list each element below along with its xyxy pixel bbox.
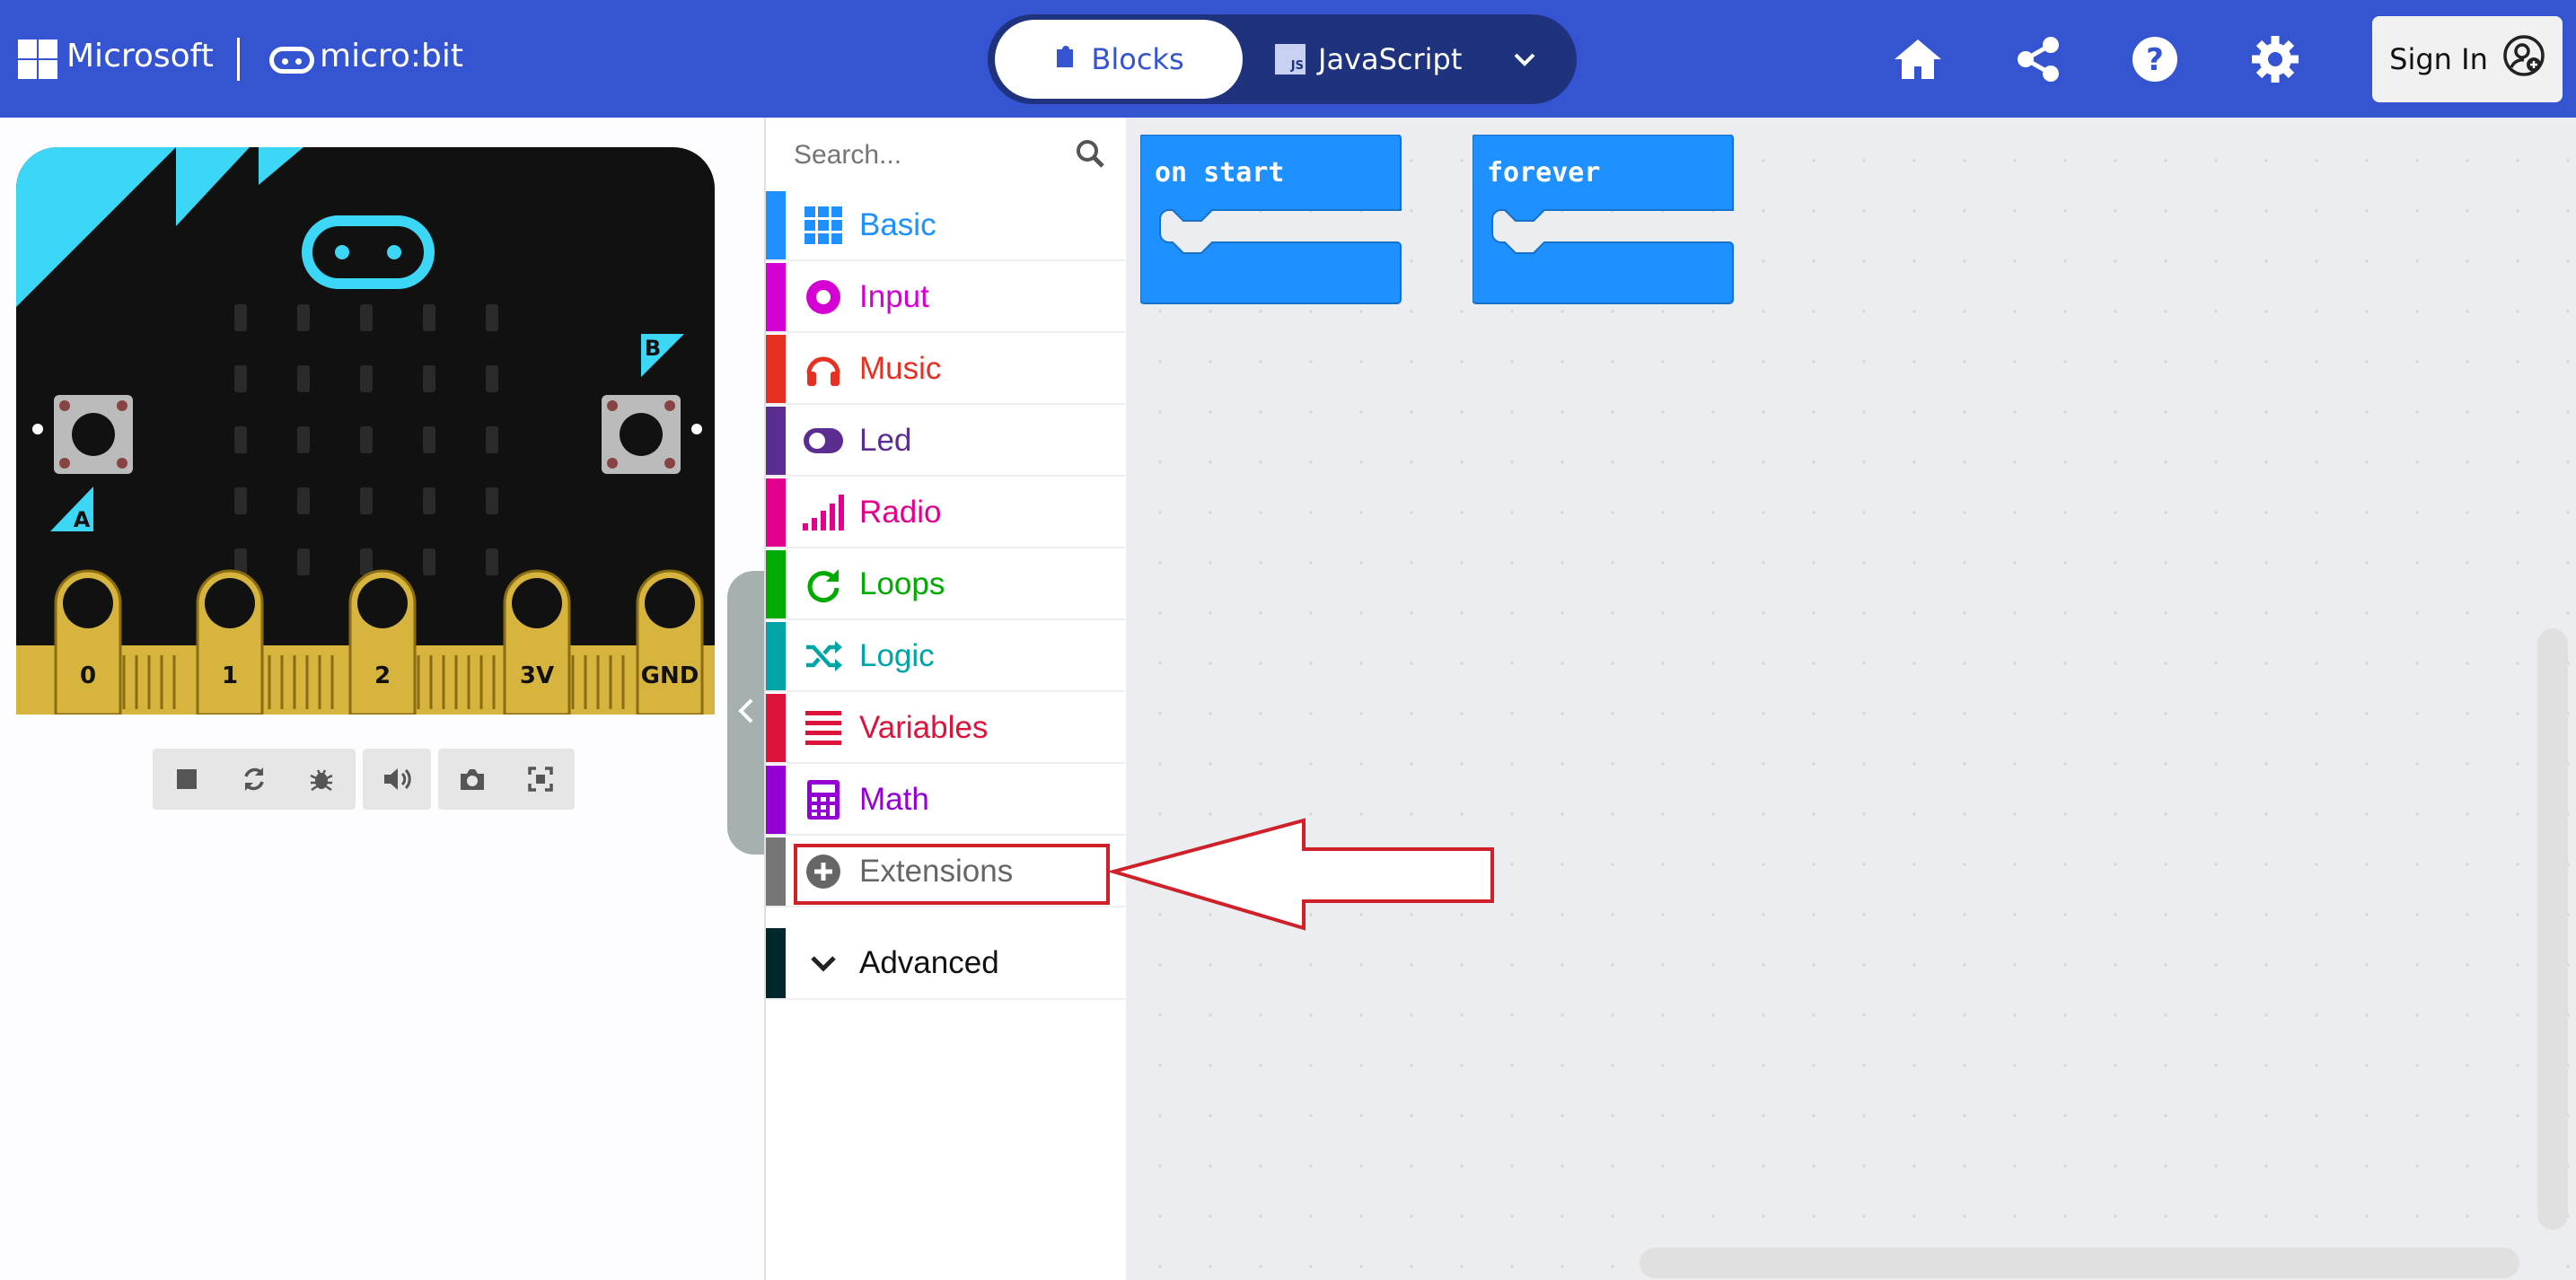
loop-arrow-icon <box>802 563 845 606</box>
user-icon <box>2502 34 2545 84</box>
microbit-logo-icon <box>269 47 314 74</box>
category-color-bar <box>766 335 786 403</box>
home-icon[interactable] <box>1891 32 1945 86</box>
pin-2-label: 2 <box>374 662 391 689</box>
calculator-icon <box>802 778 845 821</box>
simulator-controls <box>153 749 356 810</box>
category-logic[interactable]: Logic <box>766 622 1125 692</box>
sign-in-button[interactable]: Sign In <box>2372 16 2563 102</box>
blocks-tab[interactable]: Blocks <box>995 20 1243 99</box>
fullscreen-icon[interactable] <box>524 763 557 795</box>
category-color-bar <box>766 407 786 475</box>
category-label: Loops <box>859 566 945 601</box>
headphones-icon <box>802 347 845 390</box>
annotation-arrow <box>1110 818 1494 931</box>
chevron-down-icon[interactable] <box>1508 43 1541 75</box>
signal-bars-icon <box>802 491 845 534</box>
js-icon: JS <box>1275 44 1306 75</box>
category-input[interactable]: Input <box>766 263 1125 333</box>
toolbox-search[interactable] <box>792 133 1106 178</box>
category-label: Radio <box>859 495 942 530</box>
javascript-tab[interactable]: JS JavaScript <box>1275 36 1462 83</box>
pin-1-label: 1 <box>222 662 238 689</box>
share-icon[interactable] <box>2011 32 2065 86</box>
blocks-tab-label: Blocks <box>1091 42 1184 76</box>
puzzle-icon <box>1053 42 1077 76</box>
category-color-bar <box>766 263 786 331</box>
stop-icon[interactable] <box>171 763 203 795</box>
button-b-label: B <box>645 336 661 361</box>
category-color-bar <box>766 191 786 259</box>
category-label: Input <box>859 279 929 314</box>
debug-icon[interactable] <box>305 763 338 795</box>
category-label: Led <box>859 423 912 458</box>
restart-icon[interactable] <box>238 763 270 795</box>
vertical-scrollbar[interactable] <box>2537 628 2568 1230</box>
category-math[interactable]: Math <box>766 766 1125 836</box>
toggle-icon <box>802 419 845 462</box>
input-circle-icon <box>802 276 845 319</box>
block-label: forever <box>1487 157 1600 188</box>
category-music[interactable]: Music <box>766 335 1125 405</box>
category-label: Math <box>859 782 929 817</box>
block-label: on start <box>1155 157 1285 188</box>
pin-gnd-label: GND <box>641 662 699 689</box>
category-radio[interactable]: Radio <box>766 478 1125 548</box>
category-loops[interactable]: Loops <box>766 550 1125 620</box>
category-advanced[interactable]: Advanced <box>766 928 1125 1000</box>
search-icon[interactable] <box>1074 137 1106 173</box>
category-color-bar <box>766 837 786 906</box>
category-color-bar <box>766 550 786 618</box>
category-basic[interactable]: Basic <box>766 191 1125 261</box>
pin-3v-label: 3V <box>520 662 554 689</box>
category-color-bar <box>766 622 786 690</box>
horizontal-scrollbar[interactable] <box>1640 1248 2519 1278</box>
category-color-bar <box>766 928 786 998</box>
category-label: Variables <box>859 710 989 745</box>
category-color-bar <box>766 694 786 762</box>
svg-text:?: ? <box>2146 42 2164 78</box>
microbit-board[interactable]: A B 0 1 2 3V GND <box>16 147 715 715</box>
pin-0-label: 0 <box>80 662 96 689</box>
forever-block[interactable]: forever <box>1473 135 1736 305</box>
category-label: Basic <box>859 207 936 242</box>
category-color-bar <box>766 478 786 547</box>
chevron-down-icon <box>802 942 845 985</box>
javascript-tab-label: JavaScript <box>1318 42 1463 76</box>
chevron-left-icon <box>735 697 757 729</box>
screenshot-icon[interactable] <box>456 763 488 795</box>
lines-icon <box>802 706 845 750</box>
on-start-block[interactable]: on start <box>1140 135 1404 305</box>
category-label: Logic <box>859 638 935 673</box>
settings-icon[interactable] <box>2248 32 2302 86</box>
button-a[interactable] <box>54 395 133 474</box>
sign-in-label: Sign In <box>2389 42 2488 76</box>
help-icon[interactable]: ? <box>2128 32 2182 86</box>
brand-divider <box>237 38 240 81</box>
shuffle-icon <box>802 635 845 678</box>
grid-icon <box>802 204 845 247</box>
capture-controls <box>438 749 575 810</box>
category-label: Music <box>859 351 942 386</box>
sound-control <box>363 749 431 810</box>
button-a-label: A <box>74 507 91 532</box>
category-color-bar <box>766 766 786 834</box>
search-input[interactable] <box>792 139 1047 171</box>
category-variables[interactable]: Variables <box>766 694 1125 764</box>
extensions-highlight-box <box>794 844 1110 905</box>
category-label: Advanced <box>859 945 999 980</box>
microsoft-brand: Microsoft <box>66 38 214 75</box>
collapse-simulator-button[interactable] <box>727 571 765 855</box>
product-name[interactable]: micro:bit <box>320 38 463 75</box>
button-b[interactable] <box>602 395 681 474</box>
category-led[interactable]: Led <box>766 407 1125 477</box>
microsoft-logo-icon <box>18 39 57 79</box>
sound-icon[interactable] <box>381 763 413 795</box>
